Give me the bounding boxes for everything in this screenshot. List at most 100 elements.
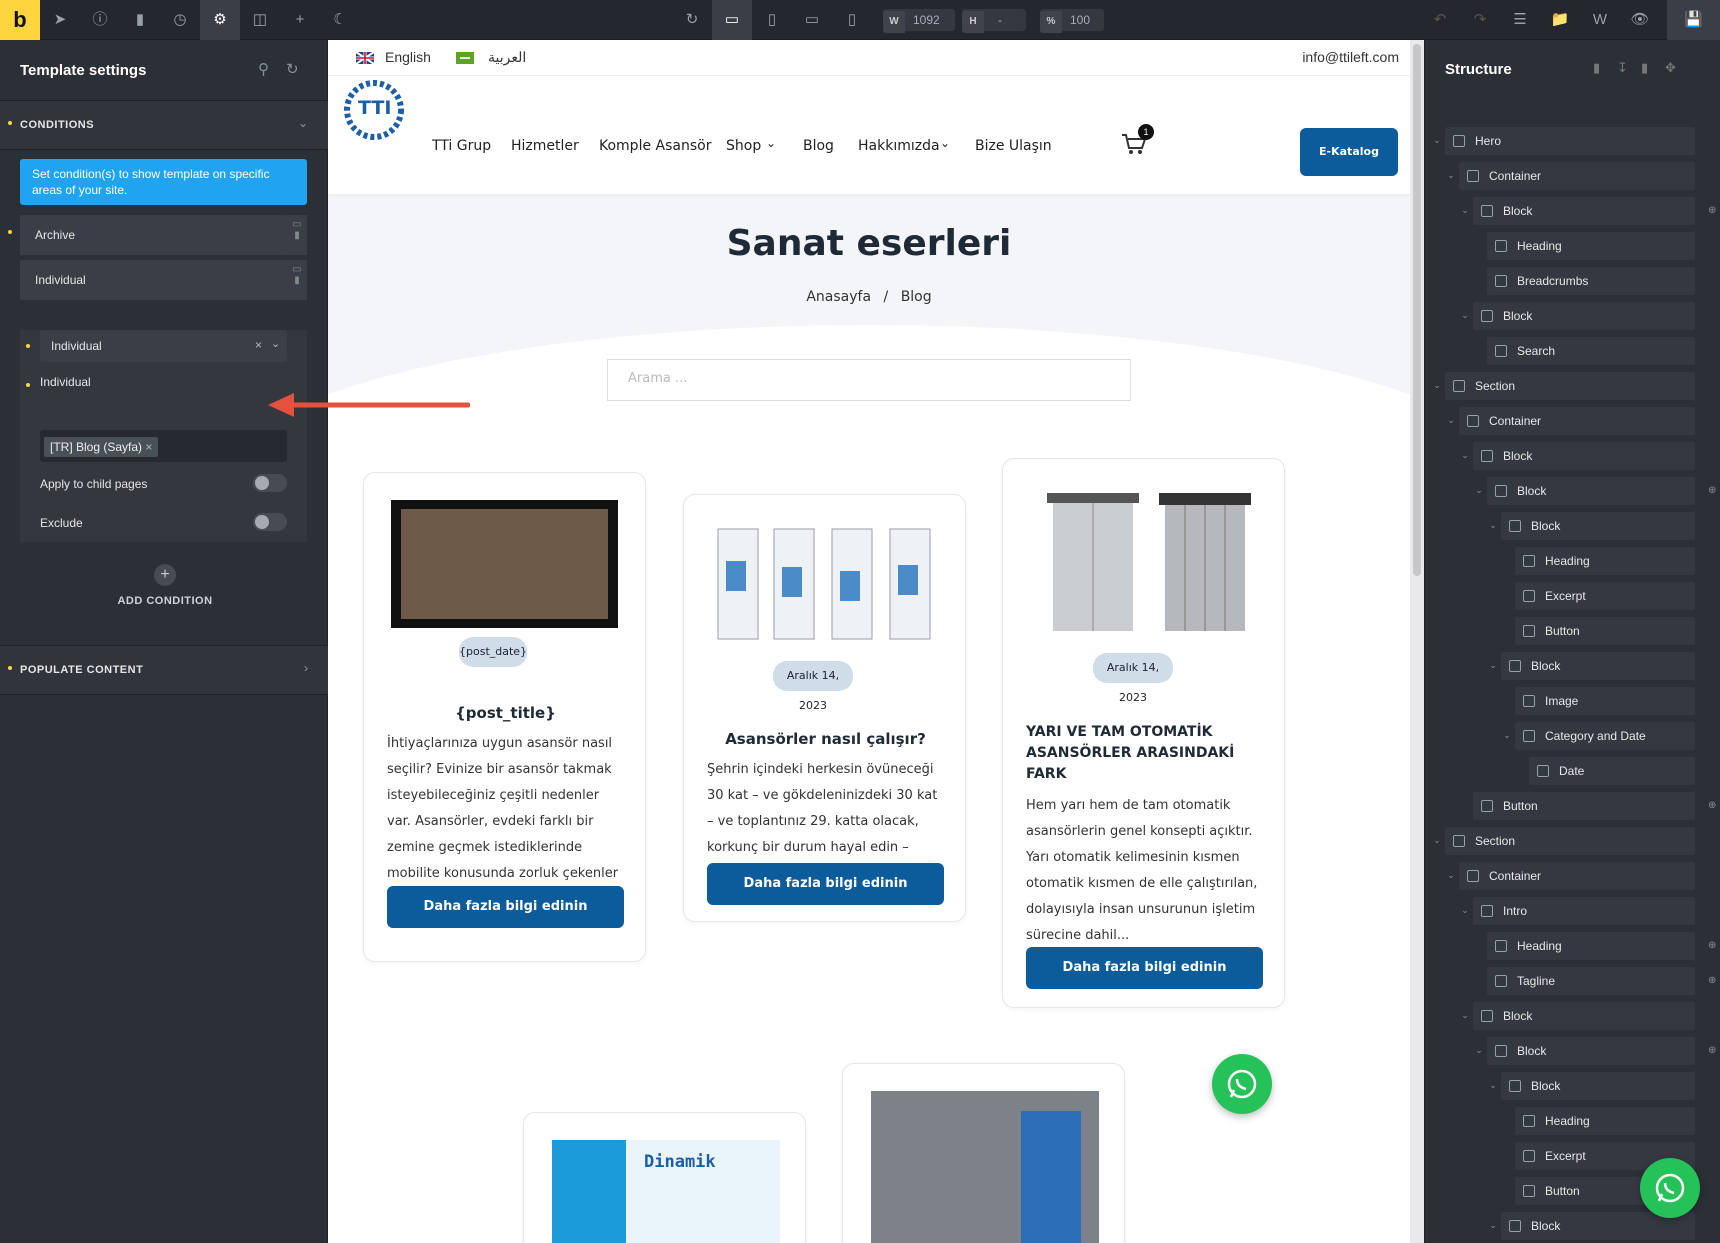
chevron-down-icon[interactable]: ⌄: [1459, 450, 1471, 461]
chevron-down-icon[interactable]: ⌄: [1487, 660, 1499, 671]
pages-icon[interactable]: ▮: [120, 0, 160, 40]
read-more-button[interactable]: Daha fazla bilgi edinin: [387, 886, 624, 928]
structure-item[interactable]: Container: [1459, 862, 1695, 890]
lock-icon[interactable]: ⊕: [1708, 1045, 1716, 1056]
chevron-down-icon[interactable]: ⌄: [1487, 520, 1499, 531]
refresh-icon[interactable]: ↻: [286, 60, 299, 78]
search-icon[interactable]: ⚲: [258, 60, 269, 78]
settings-gear-icon[interactable]: ⚙: [200, 0, 240, 40]
add-icon[interactable]: +: [280, 0, 320, 40]
add-condition-icon[interactable]: +: [154, 564, 176, 586]
contact-email[interactable]: info@ttileft.com: [1198, 49, 1399, 65]
folder-icon[interactable]: 📁: [1540, 0, 1580, 40]
lang-english[interactable]: English: [385, 49, 431, 65]
structure-item[interactable]: Heading: [1487, 232, 1695, 260]
structure-item[interactable]: Image: [1515, 687, 1695, 715]
structure-item[interactable]: Button: [1473, 792, 1695, 820]
chevron-down-icon[interactable]: ⌄: [1459, 1010, 1471, 1021]
download-icon[interactable]: ↧: [1617, 60, 1628, 76]
nav-hizmetler[interactable]: Hizmetler: [511, 138, 579, 154]
lock-icon[interactable]: ⊕: [1708, 800, 1716, 811]
structure-item[interactable]: Container: [1459, 407, 1695, 435]
canvas-scrollbar[interactable]: [1410, 40, 1424, 1243]
expand-icon[interactable]: ✥: [1665, 60, 1676, 76]
populate-content-header[interactable]: POPULATE CONTENT ›: [0, 645, 328, 695]
condition-type-select[interactable]: Individual × ⌄: [40, 330, 287, 362]
chevron-down-icon[interactable]: ⌄: [1459, 205, 1471, 216]
builder-logo[interactable]: b: [0, 0, 40, 40]
wordpress-icon[interactable]: W: [1580, 0, 1620, 40]
delete-icon[interactable]: ▮: [1641, 60, 1648, 76]
add-condition-button[interactable]: ADD CONDITION: [100, 595, 230, 607]
structure-item[interactable]: Breadcrumbs: [1487, 267, 1695, 295]
structure-item[interactable]: Category and Date: [1515, 722, 1695, 750]
help-icon[interactable]: ⓘ: [80, 0, 120, 40]
post-image[interactable]: Dinamik: [552, 1140, 780, 1243]
post-image[interactable]: [1031, 487, 1259, 639]
save-icon[interactable]: 💾: [1667, 0, 1720, 40]
structure-item[interactable]: Container: [1459, 162, 1695, 190]
e-katalog-button[interactable]: E-Katalog: [1300, 128, 1398, 176]
apply-child-toggle[interactable]: [253, 474, 287, 492]
chevron-down-icon[interactable]: ⌄: [1445, 170, 1457, 181]
chevron-down-icon[interactable]: ⌄: [1487, 1080, 1499, 1091]
structure-item[interactable]: Intro: [1473, 897, 1695, 925]
chevron-down-icon[interactable]: ⌄: [1473, 485, 1485, 496]
selected-page-tag[interactable]: [TR] Blog (Sayfa) ×: [44, 437, 159, 457]
chevron-down-icon[interactable]: ⌄: [1445, 870, 1457, 881]
preview-eye-icon[interactable]: 👁: [1620, 0, 1660, 40]
structure-item[interactable]: Block: [1487, 477, 1695, 505]
chevron-down-icon[interactable]: ⌄: [1487, 1220, 1499, 1231]
copy-icon[interactable]: ▭: [287, 219, 307, 230]
structure-item[interactable]: Excerpt: [1515, 582, 1695, 610]
post-image[interactable]: [712, 521, 940, 651]
chevron-down-icon[interactable]: ⌄: [1473, 1045, 1485, 1056]
structure-item[interactable]: Date: [1529, 757, 1695, 785]
post-title[interactable]: {post_title}: [364, 704, 647, 722]
post-image[interactable]: [871, 1091, 1099, 1243]
chevron-down-icon[interactable]: ⌄: [1445, 415, 1457, 426]
tablet-landscape-icon[interactable]: ▭: [792, 0, 832, 40]
nav-shop[interactable]: Shop: [726, 138, 761, 154]
chevron-down-icon[interactable]: ⌄: [1459, 905, 1471, 916]
structure-item[interactable]: Search: [1487, 337, 1695, 365]
undo-icon[interactable]: ↶: [1420, 0, 1460, 40]
copy-icon[interactable]: ▭: [287, 264, 307, 275]
structure-item[interactable]: Block: [1487, 1037, 1695, 1065]
remove-tag-icon[interactable]: ×: [145, 440, 152, 454]
pointer-icon[interactable]: ➤: [40, 0, 80, 40]
reload-icon[interactable]: ↻: [672, 0, 712, 40]
nav-tti-grup[interactable]: TTi Grup: [432, 138, 491, 154]
zoom-field[interactable]: % 100: [1040, 9, 1104, 33]
chevron-down-icon[interactable]: ⌄: [1431, 380, 1443, 391]
lang-arabic[interactable]: العربية: [488, 49, 526, 66]
templates-icon[interactable]: ◫: [240, 0, 280, 40]
redo-icon[interactable]: ↷: [1460, 0, 1500, 40]
structure-item[interactable]: Block: [1501, 512, 1695, 540]
structure-item[interactable]: Heading: [1487, 932, 1695, 960]
delete-icon[interactable]: ▮: [287, 275, 307, 286]
read-more-button[interactable]: Daha fazla bilgi edinin: [707, 863, 944, 905]
conditions-section-header[interactable]: CONDITIONS ⌄: [0, 100, 328, 150]
condition-individual[interactable]: Individual: [20, 260, 287, 300]
history-icon[interactable]: ◷: [160, 0, 200, 40]
condition-actions[interactable]: ▭ ▮: [287, 260, 307, 300]
exclude-toggle[interactable]: [253, 513, 287, 531]
structure-item[interactable]: Section: [1445, 827, 1695, 855]
structure-item[interactable]: Hero: [1445, 127, 1695, 155]
nav-hakkimizda[interactable]: Hakkımızda: [858, 138, 940, 154]
chevron-down-icon[interactable]: ⌄: [271, 337, 280, 350]
height-field[interactable]: H-: [962, 9, 1026, 33]
desktop-view-icon[interactable]: ▭: [712, 0, 752, 40]
width-field[interactable]: W 1092: [883, 9, 955, 33]
clear-icon[interactable]: ×: [255, 338, 262, 352]
structure-item[interactable]: Button: [1515, 617, 1695, 645]
post-image[interactable]: [391, 500, 618, 628]
delete-icon[interactable]: ▮: [287, 230, 307, 241]
blog-search-input[interactable]: Arama ...: [607, 359, 1131, 401]
chevron-down-icon[interactable]: ⌄: [1501, 730, 1513, 741]
tablet-portrait-icon[interactable]: ▯: [752, 0, 792, 40]
post-title[interactable]: YARI VE TAM OTOMATİK ASANSÖRLER ARASINDA…: [1026, 722, 1266, 785]
structure-item[interactable]: Block: [1501, 1072, 1695, 1100]
whatsapp-button[interactable]: [1212, 1054, 1272, 1114]
